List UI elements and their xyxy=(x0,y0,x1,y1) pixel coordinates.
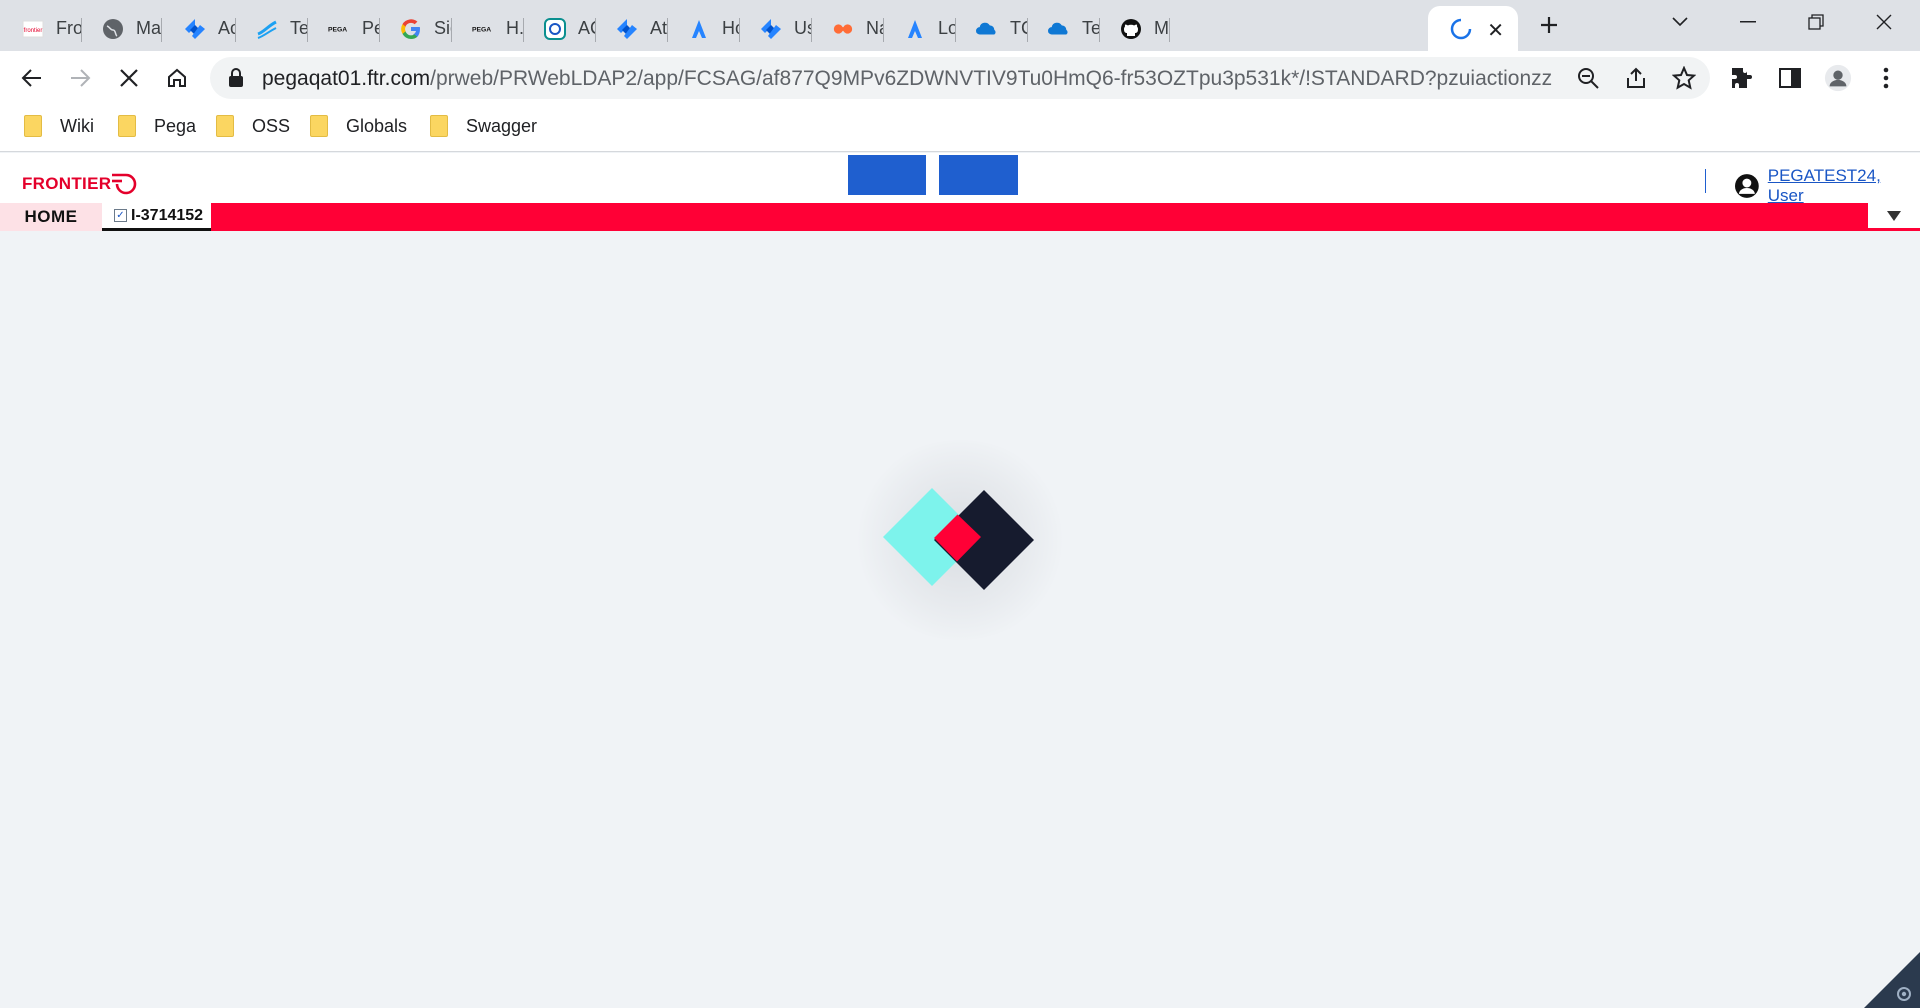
header-button-2[interactable] xyxy=(939,155,1018,195)
folder-icon xyxy=(24,115,42,137)
globe-icon xyxy=(102,18,124,40)
jira-icon xyxy=(184,18,206,40)
svg-text:PEGA: PEGA xyxy=(472,26,491,33)
extensions-icon[interactable] xyxy=(1728,64,1756,92)
tab-case[interactable]: ✓ I-3714152 xyxy=(102,203,211,231)
share-icon[interactable] xyxy=(1624,66,1648,90)
bookmark-wiki[interactable]: Wiki xyxy=(24,115,94,137)
browser-tab[interactable]: How xyxy=(666,6,740,51)
tab-overflow-menu[interactable] xyxy=(1868,203,1920,231)
browser-tab-strip: frontierFrontierMapAccTestPEGAPegSignPEG… xyxy=(0,0,1920,51)
pega-icon: PEGA xyxy=(328,18,350,40)
home-button[interactable] xyxy=(160,61,194,95)
atlassian-icon xyxy=(904,18,926,40)
svg-text:frontier: frontier xyxy=(24,28,43,34)
side-panel-icon[interactable] xyxy=(1776,64,1804,92)
tab-home[interactable]: HOME xyxy=(0,203,102,231)
address-bar[interactable]: pegaqat01.ftr.com/prweb/PRWebLDAP2/app/F… xyxy=(210,57,1710,99)
browser-tab[interactable]: Nar xyxy=(810,6,884,51)
browser-tab[interactable]: Mal xyxy=(1098,6,1170,51)
browser-tab[interactable]: PEGAH.U xyxy=(450,6,524,51)
browser-tab[interactable]: PEGAPeg xyxy=(306,6,380,51)
user-name-link[interactable]: PEGATEST24, User xyxy=(1768,166,1920,206)
bookmark-star-icon[interactable] xyxy=(1671,65,1697,90)
tab-separator xyxy=(1169,18,1170,42)
case-checkbox-icon: ✓ xyxy=(114,209,127,222)
active-tab[interactable]: ✕ xyxy=(1428,6,1518,51)
browser-tab[interactable]: Test xyxy=(234,6,308,51)
close-tab-icon[interactable]: ✕ xyxy=(1487,18,1504,43)
onedrive-icon xyxy=(976,18,998,40)
browser-tab[interactable]: Sign xyxy=(378,6,452,51)
header-divider xyxy=(1705,169,1706,193)
browser-toolbar: pegaqat01.ftr.com/prweb/PRWebLDAP2/app/F… xyxy=(0,51,1920,105)
pega-loading-indicator xyxy=(883,488,1034,590)
settings-corner[interactable] xyxy=(1864,952,1920,1008)
profile-avatar-icon[interactable] xyxy=(1824,64,1852,92)
browser-tab[interactable]: Log xyxy=(882,6,956,51)
restore-button[interactable] xyxy=(1784,0,1848,44)
bookmarks-bar: Wiki Pega OSS Globals Swagger xyxy=(0,105,1920,152)
google-icon xyxy=(400,18,422,40)
case-id-label: I-3714152 xyxy=(131,206,204,224)
stop-loading-button[interactable] xyxy=(112,61,146,95)
lock-icon[interactable] xyxy=(228,68,244,93)
tab-title: Mal xyxy=(1154,18,1170,38)
forward-button[interactable] xyxy=(63,61,97,95)
close-window-button[interactable] xyxy=(1852,0,1916,44)
testrail-icon xyxy=(256,18,278,40)
jira-icon xyxy=(616,18,638,40)
tab-title: Frontier xyxy=(56,18,82,38)
header-button-1[interactable] xyxy=(848,155,926,195)
tab-search-button[interactable] xyxy=(1648,0,1712,44)
onedrive-icon xyxy=(1048,18,1070,40)
logo-text: FRONTIER xyxy=(22,174,112,193)
bookmark-pega[interactable]: Pega xyxy=(118,115,196,137)
folder-icon xyxy=(118,115,136,137)
pega-icon: PEGA xyxy=(472,18,494,40)
github-icon xyxy=(1120,18,1142,40)
url-text[interactable]: pegaqat01.ftr.com/prweb/PRWebLDAP2/app/F… xyxy=(262,67,1552,91)
tab-title: Map xyxy=(136,18,162,38)
bookmark-oss[interactable]: OSS xyxy=(216,115,290,137)
bookmark-swagger[interactable]: Swagger xyxy=(430,115,537,137)
browser-tab[interactable]: Atla xyxy=(594,6,668,51)
back-button[interactable] xyxy=(15,61,49,95)
work-area-tab-bar: HOME ✓ I-3714152 xyxy=(0,203,1920,231)
browser-tab[interactable]: TCS xyxy=(954,6,1028,51)
browser-tab[interactable]: ACC xyxy=(522,6,596,51)
browser-tab[interactable]: Use xyxy=(738,6,812,51)
minimize-button[interactable] xyxy=(1716,0,1780,44)
new-tab-button[interactable] xyxy=(1534,9,1564,41)
browser-tab[interactable]: Test xyxy=(1026,6,1100,51)
browser-tab[interactable]: frontier Frontier xyxy=(0,6,82,51)
folder-icon xyxy=(216,115,234,137)
qtest-icon xyxy=(544,17,566,40)
user-avatar-icon xyxy=(1734,174,1759,198)
frontier-swirl-icon xyxy=(112,173,137,195)
browser-tab[interactable]: Acc xyxy=(162,6,236,51)
jira-icon xyxy=(760,18,782,40)
postman-icon xyxy=(832,18,854,40)
caret-down-icon xyxy=(1887,210,1901,221)
browser-tab[interactable]: Map xyxy=(80,6,162,51)
frontier-favicon-icon: frontier xyxy=(22,18,44,40)
atlassian-icon xyxy=(688,18,710,40)
bookmark-globals[interactable]: Globals xyxy=(310,115,407,137)
app-header: FRONTIER PEGATEST24, User xyxy=(0,153,1920,206)
folder-icon xyxy=(430,115,448,137)
loading-spinner-icon xyxy=(1450,18,1472,40)
user-menu[interactable]: PEGATEST24, User xyxy=(1734,166,1920,206)
svg-text:PEGA: PEGA xyxy=(328,26,347,33)
frontier-logo[interactable]: FRONTIER xyxy=(22,169,138,199)
folder-icon xyxy=(310,115,328,137)
zoom-icon[interactable] xyxy=(1576,66,1600,90)
browser-menu-icon[interactable] xyxy=(1872,64,1900,92)
